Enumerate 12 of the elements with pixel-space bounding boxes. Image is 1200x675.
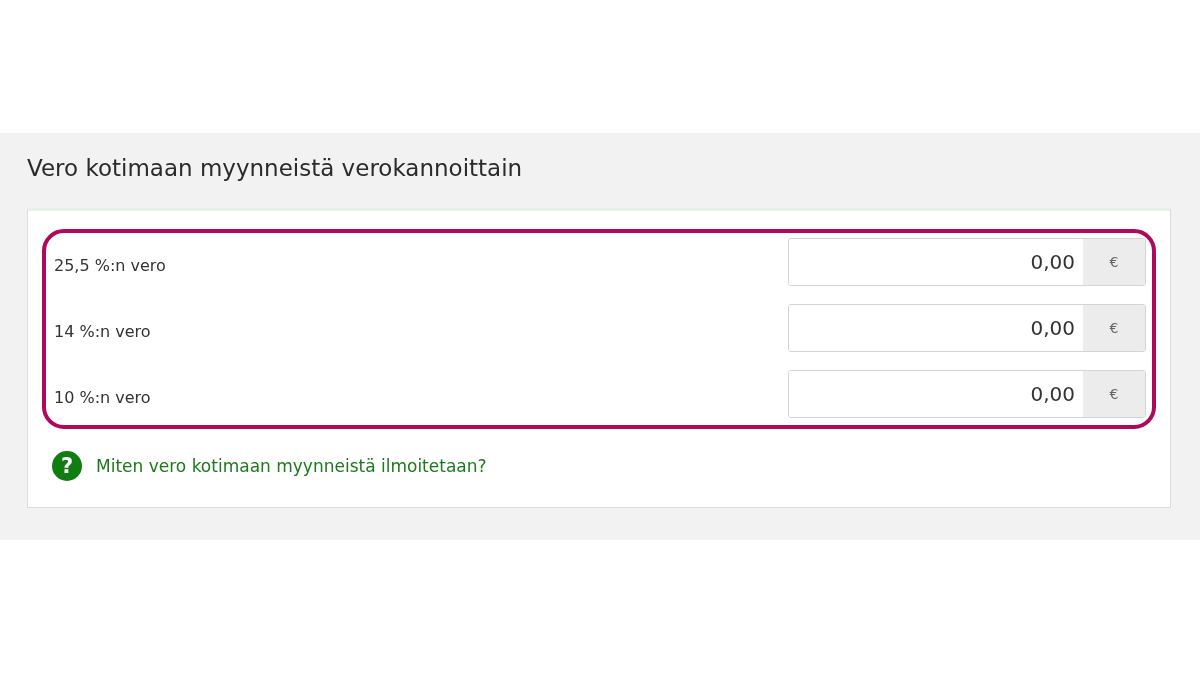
currency-addon: € xyxy=(1083,239,1145,285)
help-link[interactable]: Miten vero kotimaan myynneistä ilmoitetaan? xyxy=(96,456,487,476)
currency-addon: € xyxy=(1083,305,1145,351)
help-icon: ? xyxy=(52,451,82,481)
amount-field[interactable]: 0,00 € xyxy=(788,238,1146,286)
currency-addon: € xyxy=(1083,371,1145,417)
amount-field[interactable]: 0,00 € xyxy=(788,370,1146,418)
section-title: Vero kotimaan myynneistä verokannoittain xyxy=(27,154,524,183)
field-label: 10 %:n vero xyxy=(54,388,151,407)
amount-field[interactable]: 0,00 € xyxy=(788,304,1146,352)
field-label: 14 %:n vero xyxy=(54,322,151,341)
field-label: 25,5 %:n vero xyxy=(54,256,166,275)
